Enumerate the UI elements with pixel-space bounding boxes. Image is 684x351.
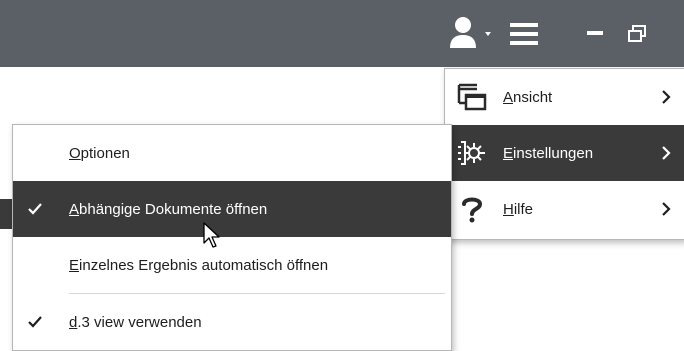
dropdown-caret-icon[interactable] [484,30,492,38]
background-selected-row-edge [0,199,12,229]
help-question-icon [453,181,491,237]
restore-window-icon[interactable] [627,25,647,43]
menu-item-label: Abhängige Dokumente öffnen [69,200,268,218]
checkmark-icon [23,294,47,350]
menu-item-hilfe[interactable]: Hilfe [445,181,684,237]
chevron-right-icon [661,69,671,125]
einstellungen-submenu: Optionen Abhängige Dokumente öffnen Einz… [12,124,452,351]
menu-item-label: Hilfe [503,200,534,218]
view-windows-icon [453,69,491,125]
user-icon[interactable] [448,16,478,50]
checkmark-icon [23,181,47,237]
main-dropdown-menu: Ansicht Einstellungen Hilfe [444,68,684,240]
settings-gear-icon [453,125,491,181]
menu-item-label: Einstellungen [503,144,594,162]
mouse-pointer-icon [202,221,224,249]
menu-item-einzelnes-ergebnis[interactable]: Einzelnes Ergebnis automatisch öffnen [13,237,451,293]
menu-item-label: Einzelnes Ergebnis automatisch öffnen [69,256,329,274]
hamburger-menu-icon[interactable] [510,22,538,46]
menu-item-label: Ansicht [503,88,553,106]
chevron-right-icon [661,181,671,237]
menu-item-label: d .3 view verwenden [69,313,202,331]
menu-item-label: Optionen [69,144,130,162]
menu-item-d3-view[interactable]: d .3 view verwenden [13,294,451,350]
chevron-right-icon [661,125,671,181]
minimize-icon[interactable] [585,30,605,36]
menu-item-abhaengige-dokumente[interactable]: Abhängige Dokumente öffnen [13,181,451,237]
menu-item-ansicht[interactable]: Ansicht [445,69,684,125]
title-bar [0,0,684,67]
menu-item-einstellungen[interactable]: Einstellungen [445,125,684,181]
menu-item-optionen[interactable]: Optionen [13,125,451,181]
